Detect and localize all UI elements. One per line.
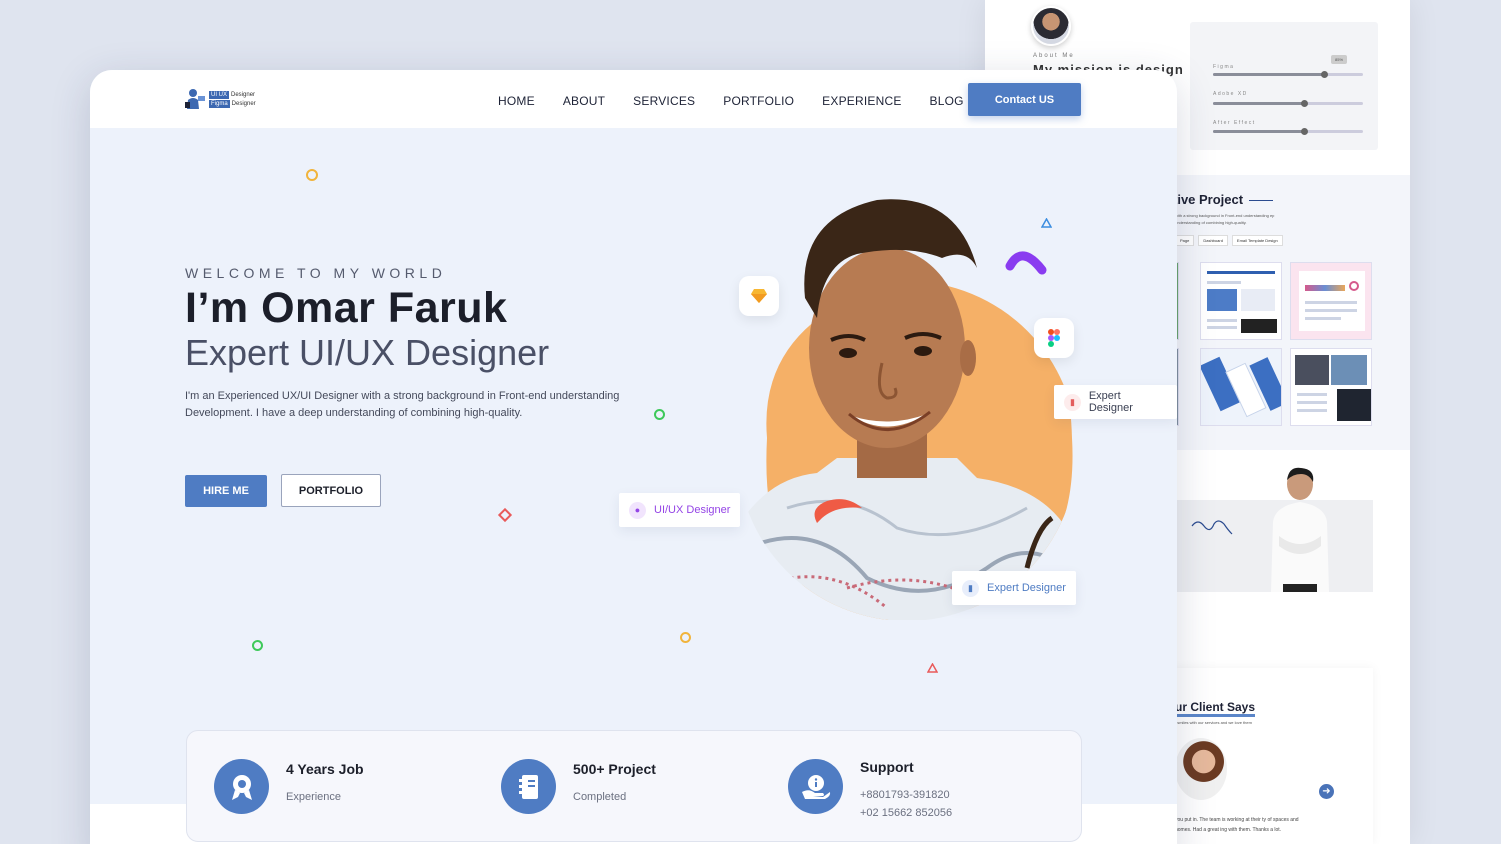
logo-text: Designer xyxy=(231,91,256,98)
projects-tabs: Page Dashboard Email Template Design xyxy=(1175,235,1283,246)
logo-text: Designer xyxy=(231,100,256,107)
hero-role: Expert UI/UX Designer xyxy=(185,332,550,373)
hero-description: I'm an Experienced UX/UI Designer with a… xyxy=(185,390,620,419)
decor-circle xyxy=(306,169,318,181)
decor-diamond xyxy=(497,507,513,523)
skill-bar-ae xyxy=(1213,128,1363,135)
skill-label-figma: Figma xyxy=(1213,64,1235,70)
stats-panel: 4 Years Job Experience 500+ Project Comp… xyxy=(186,730,1082,842)
projects-title: tive Project xyxy=(1173,192,1273,207)
nav-blog[interactable]: BLOG xyxy=(930,94,964,108)
figma-badge xyxy=(1034,318,1074,358)
testimonials-subtitle: f smiles with our services and we love t… xyxy=(1175,720,1252,725)
sketch-icon xyxy=(751,289,767,303)
project-thumbnail[interactable] xyxy=(1290,348,1372,426)
portfolio-button[interactable]: PORTFOLIO xyxy=(281,474,381,507)
navbar: UI UX Designer Figma Designer HOME ABOUT S… xyxy=(90,70,1177,128)
notebook-icon xyxy=(501,759,556,814)
projects-description: with a strong background in Front-end un… xyxy=(1175,213,1275,225)
project-thumbnail[interactable] xyxy=(1200,262,1282,340)
tab-dashboard[interactable]: Dashboard xyxy=(1198,235,1228,246)
project-thumbnail[interactable] xyxy=(1290,262,1372,340)
profile-avatar xyxy=(1031,6,1071,46)
skill-label-ae: After Effect xyxy=(1213,120,1256,126)
badge-label: UI/UX Designer xyxy=(654,504,731,516)
stat-subtitle: Experience xyxy=(286,791,342,803)
nav-home[interactable]: HOME xyxy=(498,94,535,108)
stat-title: Support xyxy=(860,759,914,775)
stat-title: 4 Years Job xyxy=(286,761,364,777)
client-avatar xyxy=(1175,738,1227,800)
logo-tag-figma: Figma xyxy=(209,99,230,108)
stat-title: 500+ Project xyxy=(573,761,656,777)
logo-tag-uiux: UI UX xyxy=(209,90,230,99)
project-thumbnail[interactable] xyxy=(1200,348,1282,426)
nav-portfolio[interactable]: PORTFOLIO xyxy=(723,94,794,108)
stat-subtitle: Completed xyxy=(573,791,627,803)
badge-label: Expert Designer xyxy=(987,582,1066,594)
contact-us-button[interactable]: Contact US xyxy=(968,83,1081,116)
decor-circle xyxy=(680,632,691,643)
curly-arrow-icon xyxy=(1191,520,1233,535)
support-phone: +8801793-391820 xyxy=(860,789,950,801)
skill-label-xd: Adobe XD xyxy=(1213,91,1248,97)
skill-percent-badge: 85% xyxy=(1331,55,1348,64)
user-icon: ● xyxy=(629,501,646,519)
award-icon xyxy=(214,759,269,814)
welcome-tagline: WELCOME TO MY WORLD xyxy=(185,265,447,281)
next-arrow-button[interactable]: ➜ xyxy=(1319,784,1334,799)
tab-page[interactable]: Page xyxy=(1175,235,1195,246)
main-menu: HOME ABOUT SERVICES PORTFOLIO EXPERIENCE… xyxy=(498,94,964,108)
nav-services[interactable]: SERVICES xyxy=(633,94,695,108)
stat-support: Support +8801793-391820 +02 15662 852056 xyxy=(788,759,952,822)
site-logo[interactable]: UI UX Designer Figma Designer xyxy=(184,88,256,110)
figma-icon xyxy=(1048,329,1060,347)
testimonials-title: ur Client Says xyxy=(1175,700,1256,717)
hero-name: I’m Omar Faruk xyxy=(185,284,508,332)
bar-chart-icon: ▮ xyxy=(962,579,979,597)
man-portrait xyxy=(1271,467,1329,592)
badge-label: Expert Designer xyxy=(1088,390,1133,414)
bar-chart-icon: ▮ xyxy=(1064,393,1081,411)
testimonial-text: you put in. The team is working at their… xyxy=(1175,817,1299,833)
stat-experience: 4 Years Job Experience xyxy=(214,759,364,814)
tab-email-template[interactable]: Email Template Design xyxy=(1231,235,1283,246)
hire-me-button[interactable]: HIRE ME xyxy=(185,475,267,507)
nav-about[interactable]: ABOUT xyxy=(563,94,605,108)
expert-designer-badge: ▮ Expert Designer xyxy=(952,571,1076,605)
skill-bar-xd xyxy=(1213,100,1363,107)
decor-circle xyxy=(654,409,665,420)
sketch-badge xyxy=(739,276,779,316)
support-phone: +02 15662 852056 xyxy=(860,807,953,819)
nav-experience[interactable]: EXPERIENCE xyxy=(822,94,901,108)
designer-figure-icon xyxy=(185,89,205,109)
hero-portrait xyxy=(737,199,1077,620)
expert-designer-badge: ▮ Expert Designer xyxy=(1054,385,1177,419)
decor-triangle xyxy=(927,663,938,673)
uiux-designer-badge: ● UI/UX Designer xyxy=(619,493,741,527)
about-label: About Me xyxy=(1033,53,1075,59)
portfolio-hero-card: UI UX Designer Figma Designer HOME ABOUT S… xyxy=(90,70,1177,844)
stat-projects: 500+ Project Completed xyxy=(501,759,656,814)
hand-info-icon xyxy=(788,759,843,814)
skill-bar-figma xyxy=(1213,71,1363,78)
decor-circle xyxy=(252,640,263,651)
